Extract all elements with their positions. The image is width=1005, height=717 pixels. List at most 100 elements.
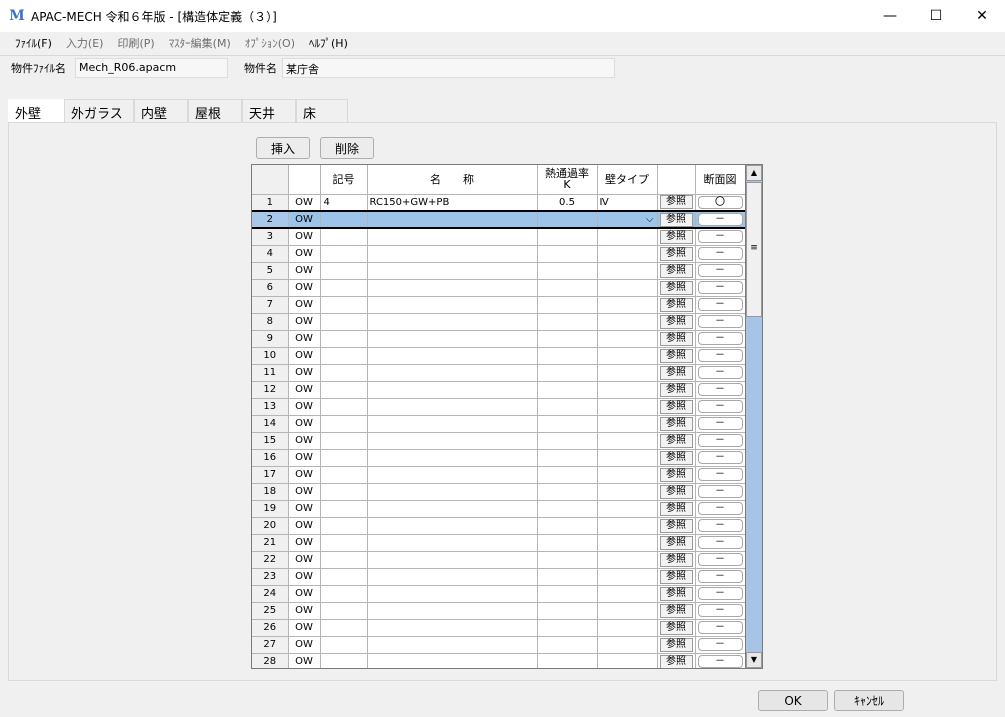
table-row[interactable]: 9 OW 参照 － [252, 330, 746, 348]
row-symbol[interactable] [320, 364, 368, 382]
table-row[interactable]: 13 OW 参照 － [252, 398, 746, 416]
table-row[interactable]: 25 OW 参照 － [252, 602, 746, 620]
section-button[interactable]: － [697, 519, 743, 532]
row-name[interactable] [367, 262, 538, 280]
row-k-value[interactable] [537, 585, 598, 603]
row-k-value[interactable] [537, 262, 598, 280]
table-row[interactable]: 7 OW 参照 － [252, 296, 746, 314]
row-wall-type[interactable] [597, 296, 658, 314]
table-row[interactable]: 5 OW 参照 － [252, 262, 746, 280]
ref-button[interactable]: 参照 [659, 450, 693, 465]
ref-button[interactable]: 参照 [659, 535, 693, 550]
row-k-value[interactable] [537, 517, 598, 535]
ref-button[interactable]: 参照 [659, 331, 693, 346]
table-row[interactable]: 27 OW 参照 － [252, 636, 746, 654]
tab-2[interactable]: 内壁 [134, 99, 188, 123]
table-row[interactable]: 19 OW 参照 － [252, 500, 746, 518]
row-wall-type[interactable] [597, 449, 658, 467]
row-k-value[interactable]: 0.5 [537, 194, 598, 212]
row-symbol[interactable]: 4 [320, 194, 368, 212]
row-wall-type[interactable] [597, 585, 658, 603]
maximize-button[interactable]: ☐ [913, 0, 959, 32]
row-wall-type[interactable] [597, 602, 658, 620]
menu-item[interactable]: ﾍﾙﾌﾟ(H) [302, 35, 355, 51]
row-k-value[interactable] [537, 500, 598, 518]
ok-button[interactable]: OK [758, 690, 828, 711]
row-wall-type[interactable] [597, 381, 658, 399]
row-wall-type[interactable] [597, 636, 658, 654]
section-button[interactable]: － [697, 468, 743, 481]
row-k-value[interactable] [537, 381, 598, 399]
table-row[interactable]: 14 OW 参照 － [252, 415, 746, 433]
row-k-value[interactable] [537, 228, 598, 246]
row-name[interactable] [367, 449, 538, 467]
row-symbol[interactable] [320, 636, 368, 654]
ref-button[interactable]: 参照 [659, 314, 693, 329]
section-button[interactable]: － [697, 553, 743, 566]
row-wall-type[interactable] [597, 466, 658, 484]
menu-item[interactable]: 入力(E) [59, 35, 111, 51]
row-k-value[interactable] [537, 245, 598, 263]
row-symbol[interactable] [320, 330, 368, 348]
row-wall-type[interactable] [597, 347, 658, 365]
row-symbol[interactable] [320, 415, 368, 433]
row-name[interactable] [367, 585, 538, 603]
row-symbol[interactable] [320, 262, 368, 280]
row-wall-type[interactable] [597, 364, 658, 382]
table-row[interactable]: 21 OW 参照 － [252, 534, 746, 552]
ref-button[interactable]: 参照 [659, 365, 693, 380]
row-wall-type[interactable] [597, 500, 658, 518]
ref-button[interactable]: 参照 [659, 246, 693, 261]
row-name[interactable] [367, 619, 538, 637]
grid-scrollbar[interactable]: ▲ ≡ ▼ [745, 165, 762, 668]
menu-item[interactable]: 印刷(P) [110, 35, 161, 51]
tab-3[interactable]: 屋根 [188, 99, 242, 123]
table-row[interactable]: 11 OW 参照 － [252, 364, 746, 382]
ref-button[interactable]: 参照 [659, 484, 693, 499]
row-name[interactable] [367, 279, 538, 297]
row-symbol[interactable] [320, 296, 368, 314]
table-row[interactable]: 16 OW 参照 － [252, 449, 746, 467]
table-row[interactable]: 20 OW 参照 － [252, 517, 746, 535]
ref-button[interactable]: 参照 [659, 603, 693, 618]
tab-4[interactable]: 天井 [242, 99, 296, 123]
ref-button[interactable]: 参照 [659, 195, 693, 210]
row-symbol[interactable] [320, 517, 368, 535]
ref-button[interactable]: 参照 [659, 501, 693, 516]
row-k-value[interactable] [537, 466, 598, 484]
scroll-thumb[interactable]: ≡ [746, 182, 762, 317]
ref-button[interactable]: 参照 [659, 263, 693, 278]
row-symbol[interactable] [320, 653, 368, 668]
row-wall-type[interactable] [597, 330, 658, 348]
row-k-value[interactable] [537, 602, 598, 620]
insert-button[interactable]: 挿入 [256, 137, 310, 159]
row-wall-type[interactable] [597, 262, 658, 280]
row-wall-type[interactable] [597, 551, 658, 569]
row-symbol[interactable] [320, 245, 368, 263]
section-button[interactable]: － [697, 485, 743, 498]
table-row[interactable]: 4 OW 参照 － [252, 245, 746, 263]
delete-button[interactable]: 削除 [320, 137, 374, 159]
row-name[interactable] [367, 245, 538, 263]
row-symbol[interactable] [320, 449, 368, 467]
row-symbol[interactable] [320, 483, 368, 501]
ref-button[interactable]: 参照 [659, 280, 693, 295]
row-wall-type[interactable] [597, 398, 658, 416]
section-button[interactable]: － [697, 349, 743, 362]
row-k-value[interactable] [537, 483, 598, 501]
table-row[interactable]: 1 OW 4 RC150+GW+PB 0.5 Ⅳ 参照〇 [252, 194, 746, 212]
row-wall-type[interactable] [597, 432, 658, 450]
section-button[interactable]: － [697, 264, 743, 277]
row-k-value[interactable] [537, 279, 598, 297]
row-wall-type[interactable]: ⌵ [597, 210, 658, 229]
section-button[interactable]: － [697, 638, 743, 651]
row-wall-type[interactable] [597, 483, 658, 501]
row-wall-type[interactable] [597, 415, 658, 433]
section-button[interactable]: － [697, 434, 743, 447]
ref-button[interactable]: 参照 [659, 552, 693, 567]
close-button[interactable]: ✕ [959, 0, 1005, 32]
table-row[interactable]: 8 OW 参照 － [252, 313, 746, 331]
row-name[interactable] [367, 381, 538, 399]
row-name[interactable] [367, 517, 538, 535]
section-button[interactable]: － [697, 655, 743, 668]
